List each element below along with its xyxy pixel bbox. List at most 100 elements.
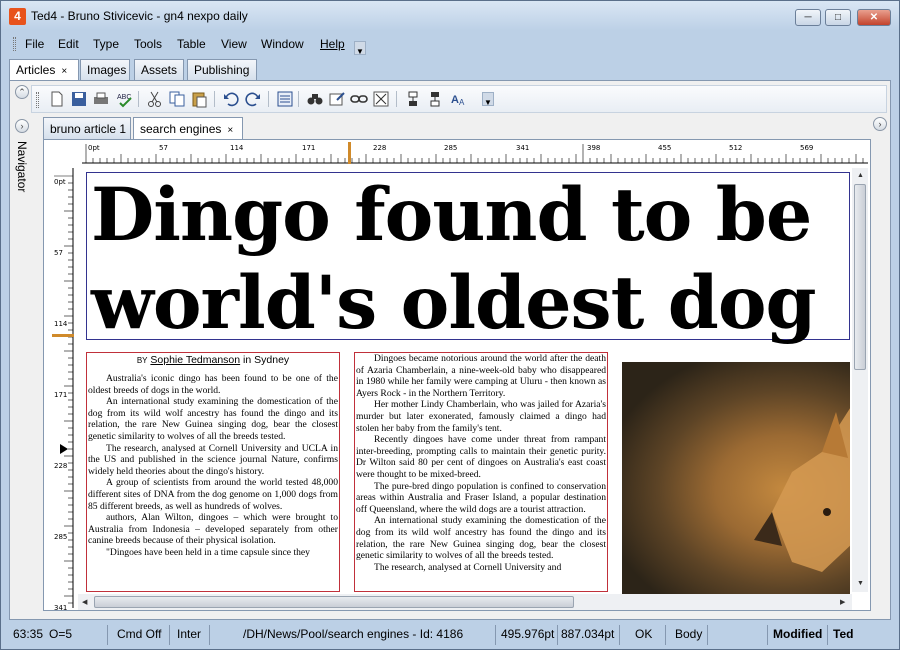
tab-images[interactable]: Images: [80, 59, 130, 80]
status-separator: [767, 625, 768, 645]
text-column-1[interactable]: BY Sophie Tedmanson in Sydney Australia'…: [86, 352, 340, 592]
navigator-expand-icon[interactable]: ›: [15, 119, 29, 133]
paragraph: The research, analysed at Cornell Univer…: [374, 561, 562, 573]
horizontal-scroll-thumb[interactable]: [94, 596, 574, 608]
insert-before-icon[interactable]: [404, 90, 422, 108]
new-document-icon[interactable]: [48, 90, 66, 108]
paragraph: A group of scientists from around the wo…: [88, 477, 338, 512]
tab-search-engines[interactable]: search engines ×: [133, 117, 243, 139]
ruler-label: 285: [444, 144, 458, 152]
dingo-silhouette: [754, 408, 850, 572]
status-separator: [169, 625, 170, 645]
headline[interactable]: Dingo found to be world's oldest dog: [91, 171, 817, 347]
tab-publishing[interactable]: Publishing: [187, 59, 257, 80]
horizontal-scrollbar[interactable]: ◀ ▶: [78, 594, 852, 610]
toolbar-overflow-chevron-icon[interactable]: ▼: [482, 92, 494, 107]
minimize-button[interactable]: ─: [795, 9, 821, 26]
doc-tab-label: search engines: [140, 122, 222, 136]
menu-edit[interactable]: Edit: [58, 37, 79, 51]
headline-frame[interactable]: Dingo found to be world's oldest dog: [86, 172, 850, 346]
paragraph: authors, Alan Wilton, dingoes – which we…: [88, 512, 338, 547]
vertical-ruler[interactable]: 0pt 57 114 171 228 285 341: [52, 168, 74, 612]
status-separator: [209, 625, 210, 645]
ruler-label: 57: [54, 249, 63, 257]
dingo-photo[interactable]: [622, 362, 850, 594]
spellcheck-icon[interactable]: ABC: [116, 90, 134, 108]
tab-assets[interactable]: Assets: [134, 59, 184, 80]
ruler-label: 0pt: [54, 178, 66, 186]
link-icon[interactable]: [350, 90, 368, 108]
vertical-scroll-thumb[interactable]: [854, 184, 866, 370]
paragraph: Australia's iconic dingo has been found …: [88, 373, 338, 396]
headline-line-2: world's oldest dog: [91, 260, 817, 346]
paragraph: The research, analysed at Cornell Univer…: [88, 442, 338, 477]
menu-type[interactable]: Type: [93, 37, 119, 51]
menu-tools[interactable]: Tools: [134, 37, 162, 51]
menu-view[interactable]: View: [221, 37, 247, 51]
save-icon[interactable]: [70, 90, 88, 108]
scroll-right-arrow-icon[interactable]: ▶: [840, 598, 845, 606]
toolbar-separator: [298, 91, 299, 107]
navigator-panel[interactable]: Navigator: [13, 141, 33, 341]
ruler-label: 569: [800, 144, 814, 152]
scroll-left-arrow-icon[interactable]: ◀: [82, 598, 87, 606]
layout-icon[interactable]: [276, 90, 294, 108]
close-tab-icon[interactable]: ×: [61, 66, 67, 77]
vertical-scrollbar[interactable]: ▲ ▼: [852, 168, 868, 592]
print-icon[interactable]: [92, 90, 110, 108]
menu-table[interactable]: Table: [177, 37, 206, 51]
status-bar: 63:35 O=5 Cmd Off Inter /DH/News/Pool/se…: [1, 621, 899, 649]
ruler-label: 228: [373, 144, 387, 152]
ruler-label: 285: [54, 533, 68, 541]
tabs-scroll-right-icon[interactable]: ›: [873, 117, 887, 131]
tab-bruno-article-1[interactable]: bruno article 1: [43, 117, 131, 139]
status-separator: [707, 625, 708, 645]
ruler-label: 57: [159, 144, 168, 152]
text-column-2[interactable]: Dingoes became notorious around the worl…: [354, 352, 608, 592]
status-paragraph-style: Body: [675, 627, 703, 641]
ruler-label: 512: [729, 144, 743, 152]
paragraph: Dingoes became notorious around the worl…: [356, 353, 606, 399]
paste-icon[interactable]: [190, 90, 208, 108]
tab-articles-label: Articles: [16, 63, 56, 77]
close-tab-icon[interactable]: ×: [227, 125, 233, 136]
article-page[interactable]: Dingo found to be world's oldest dog BY …: [78, 166, 850, 594]
ruler-ticks: [52, 168, 74, 608]
status-modified: Modified: [773, 627, 823, 641]
tab-articles[interactable]: Articles ×: [9, 59, 79, 81]
cut-icon[interactable]: [146, 90, 164, 108]
status-separator: [107, 625, 108, 645]
maximize-button[interactable]: □: [825, 9, 851, 26]
scroll-up-arrow-icon[interactable]: ▲: [857, 172, 864, 179]
menu-overflow-chevron-icon[interactable]: ▼: [354, 41, 366, 56]
menu-help[interactable]: Help: [320, 37, 345, 51]
headline-line-1: Dingo found to be: [91, 172, 812, 258]
byline-author: Sophie Tedmanson: [150, 354, 241, 366]
tab-assets-label: Assets: [141, 63, 178, 77]
settings-icon[interactable]: [372, 90, 390, 108]
menu-file[interactable]: File: [25, 37, 44, 51]
ruler-label: 341: [54, 604, 68, 612]
scroll-down-arrow-icon[interactable]: ▼: [857, 580, 864, 587]
undo-icon[interactable]: [222, 90, 240, 108]
status-separator: [495, 625, 496, 645]
copy-icon[interactable]: [168, 90, 186, 108]
doc-tab-label: bruno article 1: [50, 122, 127, 136]
editor-area: 0pt 57 114 171 228 285 341 398 455 512 5…: [43, 139, 871, 612]
navigator-label: Navigator: [15, 141, 29, 193]
horizontal-ruler[interactable]: 0pt 57 114 171 228 285 341 398 455 512 5…: [82, 142, 868, 164]
insert-after-icon[interactable]: [426, 90, 444, 108]
find-icon[interactable]: [306, 90, 324, 108]
collapse-toolbar-icon[interactable]: ⌃: [15, 85, 29, 99]
app-icon: 4: [9, 8, 26, 25]
redo-icon[interactable]: [244, 90, 262, 108]
menu-window[interactable]: Window: [261, 37, 304, 51]
tab-images-label: Images: [87, 63, 127, 77]
close-button[interactable]: ✕: [857, 9, 891, 26]
properties-icon[interactable]: [328, 90, 346, 108]
ruler-label: 228: [54, 462, 68, 470]
status-separator: [827, 625, 828, 645]
paragraph: The pure-bred dingo population is confin…: [356, 480, 606, 515]
text-style-icon[interactable]: AA: [450, 90, 468, 108]
status-x-position: 495.976pt: [501, 627, 555, 641]
